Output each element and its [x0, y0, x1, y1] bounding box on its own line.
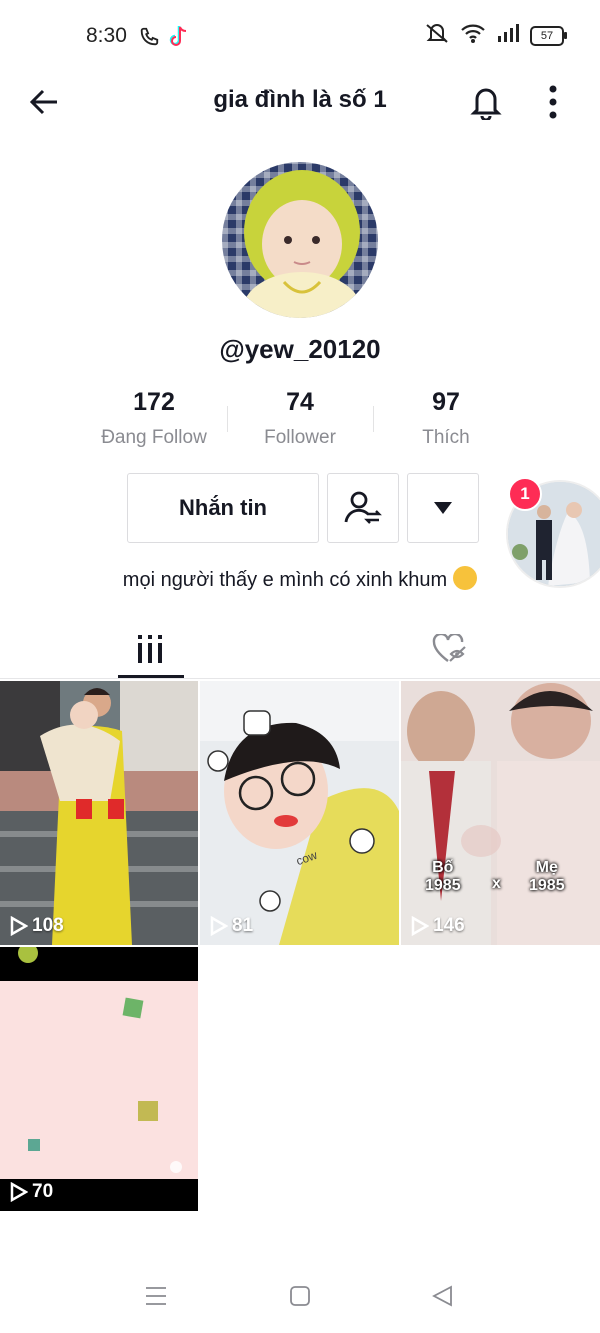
- followers-count: 74: [286, 388, 314, 416]
- play-icon: [10, 916, 28, 936]
- triangle-back-icon: [432, 1285, 452, 1307]
- recent-apps-button[interactable]: [136, 1278, 176, 1314]
- likes-label: Thích: [422, 427, 470, 448]
- play-icon: [411, 916, 429, 936]
- play-icon: [210, 916, 228, 936]
- following-label: Đang Follow: [101, 427, 207, 448]
- wifi-icon: [460, 22, 486, 49]
- tab-videos[interactable]: [0, 620, 300, 678]
- square-home-icon: [290, 1286, 310, 1306]
- battery-indicator: 57: [530, 25, 567, 46]
- bell-icon: [470, 88, 502, 120]
- suggest-badge: 1: [508, 477, 542, 511]
- home-button[interactable]: [280, 1278, 320, 1314]
- profile-tabbar: [0, 620, 600, 679]
- followers-label: Follower: [264, 427, 336, 448]
- video-thumb-1: [0, 681, 198, 945]
- video-grid-icon: [138, 635, 162, 663]
- caption-right: Mẹ 1985: [529, 859, 565, 894]
- view-count-value: 70: [32, 1181, 54, 1202]
- message-button[interactable]: Nhắn tin: [127, 473, 319, 543]
- play-icon: [10, 1182, 28, 1202]
- view-count: 108: [10, 915, 64, 937]
- menu-lines-icon: [146, 1287, 166, 1305]
- phone-call-icon: [138, 26, 160, 53]
- bio-text: mọi người thấy e mình có xinh khum: [0, 566, 600, 592]
- suggestions-toggle-button[interactable]: [407, 473, 479, 543]
- video-thumbnail[interactable]: 108: [0, 681, 198, 945]
- mute-bell-icon: [424, 22, 450, 49]
- avatar-image: [242, 170, 362, 318]
- view-count-value: 146: [433, 915, 465, 936]
- view-count: 146: [411, 915, 465, 937]
- tab-active-indicator: [118, 675, 184, 678]
- triangle-down-icon: [434, 502, 452, 514]
- tab-liked[interactable]: [300, 620, 600, 678]
- page-title: gia đình là số 1: [213, 86, 387, 113]
- friend-status-button[interactable]: [327, 473, 399, 543]
- caption-x: x: [492, 875, 501, 892]
- video-thumb-4: [0, 947, 198, 1211]
- smile-emoji-icon: [453, 566, 478, 590]
- system-back-button[interactable]: [422, 1278, 462, 1314]
- caption-left: Bố 1985: [425, 859, 461, 894]
- bio-content: mọi người thấy e mình có xinh khum: [122, 569, 448, 591]
- view-count-value: 81: [232, 915, 254, 936]
- profile-avatar[interactable]: [222, 162, 378, 318]
- video-thumbnail[interactable]: cow 81: [200, 681, 399, 945]
- signal-icon: [496, 23, 520, 48]
- tiktok-notification-icon: [168, 24, 190, 53]
- video-thumbnail[interactable]: 70: [0, 947, 198, 1211]
- stat-likes[interactable]: 97 Thích: [373, 388, 519, 449]
- status-time: 8:30: [86, 24, 127, 47]
- user-switch-icon: [344, 491, 382, 524]
- more-button[interactable]: [529, 78, 577, 126]
- following-count: 172: [133, 388, 175, 416]
- view-count-value: 108: [32, 915, 64, 936]
- video-thumb-2: [200, 681, 399, 945]
- username: @yew_20120: [219, 334, 381, 364]
- more-vertical-icon: [549, 85, 557, 119]
- view-count: 81: [210, 915, 253, 937]
- notification-button[interactable]: [462, 78, 510, 126]
- stat-following[interactable]: 172 Đang Follow: [81, 388, 227, 449]
- likes-count: 97: [432, 388, 460, 416]
- view-count: 70: [10, 1181, 53, 1203]
- status-icons: 57: [424, 22, 567, 49]
- video-thumbnail[interactable]: Bố 1985 x Mẹ 1985 146: [401, 681, 600, 945]
- liked-hidden-icon: [432, 634, 466, 662]
- video-thumb-3: [401, 681, 600, 945]
- stat-followers[interactable]: 74 Follower: [227, 388, 373, 449]
